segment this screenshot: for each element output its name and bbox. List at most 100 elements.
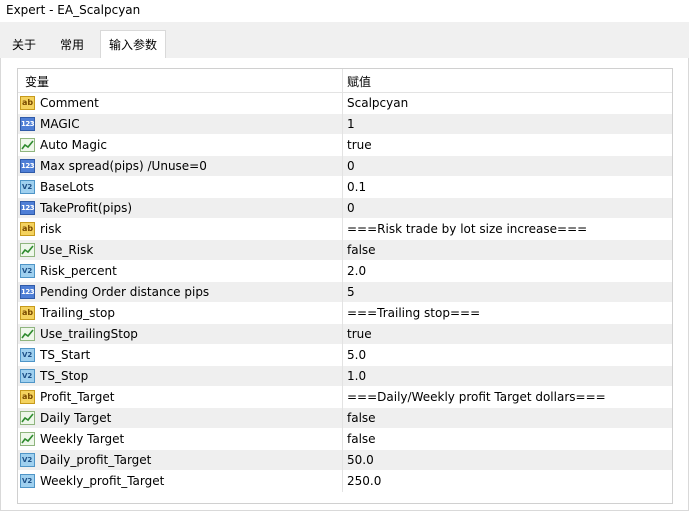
- parameters-grid: 变量 赋值 ab Comment Scalpcyan 123 MAGIC 1 Auto Ma…: [17, 68, 673, 504]
- parameter-name: Use_trailingStop: [40, 327, 138, 341]
- cell-divider: [342, 429, 343, 450]
- table-row[interactable]: V2 TS_Start 5.0: [18, 345, 672, 366]
- parameter-value[interactable]: true: [347, 327, 372, 341]
- parameter-value[interactable]: false: [347, 243, 376, 257]
- parameter-value[interactable]: 2.0: [347, 264, 366, 278]
- parameter-name: Trailing_stop: [40, 306, 115, 320]
- cell-divider: [342, 177, 343, 198]
- bool-icon: [20, 243, 35, 257]
- parameter-value[interactable]: 0: [347, 201, 355, 215]
- grid-header: 变量 赋值: [18, 69, 672, 93]
- parameter-value[interactable]: false: [347, 411, 376, 425]
- parameter-value[interactable]: 1: [347, 117, 355, 131]
- parameter-value[interactable]: ===Risk trade by lot size increase===: [347, 222, 587, 236]
- parameter-value[interactable]: true: [347, 138, 372, 152]
- parameter-name: Comment: [40, 96, 99, 110]
- double-icon: V2: [20, 369, 35, 383]
- table-row[interactable]: V2 Daily_profit_Target 50.0: [18, 450, 672, 471]
- cell-divider: [342, 114, 343, 135]
- cell-divider: [342, 135, 343, 156]
- integer-icon: 123: [20, 285, 35, 299]
- parameter-name: TakeProfit(pips): [40, 201, 133, 215]
- tab-strip: 关于 常用 输入参数: [0, 30, 689, 59]
- parameter-value[interactable]: 250.0: [347, 474, 381, 488]
- parameter-value[interactable]: ===Daily/Weekly profit Target dollars===: [347, 390, 606, 404]
- tab-about[interactable]: 关于: [4, 33, 44, 57]
- parameter-name: Profit_Target: [40, 390, 115, 404]
- tab-common[interactable]: 常用: [52, 33, 92, 57]
- parameter-name: TS_Stop: [40, 369, 89, 383]
- double-icon: V2: [20, 264, 35, 278]
- integer-icon: 123: [20, 117, 35, 131]
- cell-divider: [342, 219, 343, 240]
- parameter-value[interactable]: 50.0: [347, 453, 374, 467]
- table-row[interactable]: Use_Risk false: [18, 240, 672, 261]
- parameter-name: Risk_percent: [40, 264, 117, 278]
- cell-divider: [342, 450, 343, 471]
- table-row[interactable]: Weekly Target false: [18, 429, 672, 450]
- column-header-variable[interactable]: 变量: [25, 73, 49, 90]
- parameter-value[interactable]: 1.0: [347, 369, 366, 383]
- window-titlebar: Expert - EA_Scalpcyan: [0, 0, 689, 22]
- parameter-value[interactable]: 5.0: [347, 348, 366, 362]
- integer-icon: 123: [20, 159, 35, 173]
- table-row[interactable]: V2 Risk_percent 2.0: [18, 261, 672, 282]
- table-row[interactable]: Daily Target false: [18, 408, 672, 429]
- cell-divider: [342, 408, 343, 429]
- double-icon: V2: [20, 348, 35, 362]
- table-row[interactable]: V2 TS_Stop 1.0: [18, 366, 672, 387]
- cell-divider: [342, 261, 343, 282]
- parameter-value[interactable]: Scalpcyan: [347, 96, 408, 110]
- cell-divider: [342, 303, 343, 324]
- table-row[interactable]: V2 Weekly_profit_Target 250.0: [18, 471, 672, 492]
- parameter-value[interactable]: 5: [347, 285, 355, 299]
- cell-divider: [342, 198, 343, 219]
- bool-icon: [20, 327, 35, 341]
- column-divider[interactable]: [342, 69, 343, 92]
- integer-icon: 123: [20, 201, 35, 215]
- parameter-value[interactable]: 0.1: [347, 180, 366, 194]
- parameter-name: TS_Start: [40, 348, 91, 362]
- double-icon: V2: [20, 453, 35, 467]
- cell-divider: [342, 387, 343, 408]
- table-row[interactable]: 123 Max spread(pips) /Unuse=0 0: [18, 156, 672, 177]
- cell-divider: [342, 240, 343, 261]
- window-title: Expert - EA_Scalpcyan: [6, 3, 141, 17]
- parameter-name: risk: [40, 222, 62, 236]
- double-icon: V2: [20, 180, 35, 194]
- parameter-name: Max spread(pips) /Unuse=0: [40, 159, 207, 173]
- table-row[interactable]: 123 Pending Order distance pips 5: [18, 282, 672, 303]
- parameter-name: Daily_profit_Target: [40, 453, 152, 467]
- parameter-value[interactable]: 0: [347, 159, 355, 173]
- string-icon: ab: [20, 390, 35, 404]
- table-row[interactable]: V2 BaseLots 0.1: [18, 177, 672, 198]
- parameter-name: Use_Risk: [40, 243, 94, 257]
- parameter-name: BaseLots: [40, 180, 94, 194]
- cell-divider: [342, 282, 343, 303]
- parameter-value[interactable]: false: [347, 432, 376, 446]
- cell-divider: [342, 345, 343, 366]
- table-row[interactable]: 123 MAGIC 1: [18, 114, 672, 135]
- table-row[interactable]: ab Profit_Target ===Daily/Weekly profit Ta…: [18, 387, 672, 408]
- cell-divider: [342, 471, 343, 492]
- tab-inputs[interactable]: 输入参数: [100, 30, 167, 59]
- string-icon: ab: [20, 222, 35, 236]
- table-row[interactable]: ab Comment Scalpcyan: [18, 93, 672, 114]
- string-icon: ab: [20, 96, 35, 110]
- column-header-value[interactable]: 赋值: [347, 73, 371, 90]
- cell-divider: [342, 324, 343, 345]
- parameter-name: Daily Target: [40, 411, 112, 425]
- inputs-panel: 变量 赋值 ab Comment Scalpcyan 123 MAGIC 1 Auto Ma…: [0, 58, 689, 511]
- bool-icon: [20, 411, 35, 425]
- double-icon: V2: [20, 474, 35, 488]
- table-row[interactable]: ab risk ===Risk trade by lot size increase…: [18, 219, 672, 240]
- cell-divider: [342, 93, 343, 114]
- parameter-name: Pending Order distance pips: [40, 285, 210, 299]
- table-row[interactable]: Use_trailingStop true: [18, 324, 672, 345]
- parameter-name: Auto Magic: [40, 138, 107, 152]
- parameter-name: Weekly_profit_Target: [40, 474, 165, 488]
- table-row[interactable]: 123 TakeProfit(pips) 0: [18, 198, 672, 219]
- parameter-value[interactable]: ===Trailing stop===: [347, 306, 480, 320]
- table-row[interactable]: Auto Magic true: [18, 135, 672, 156]
- table-row[interactable]: ab Trailing_stop ===Trailing stop===: [18, 303, 672, 324]
